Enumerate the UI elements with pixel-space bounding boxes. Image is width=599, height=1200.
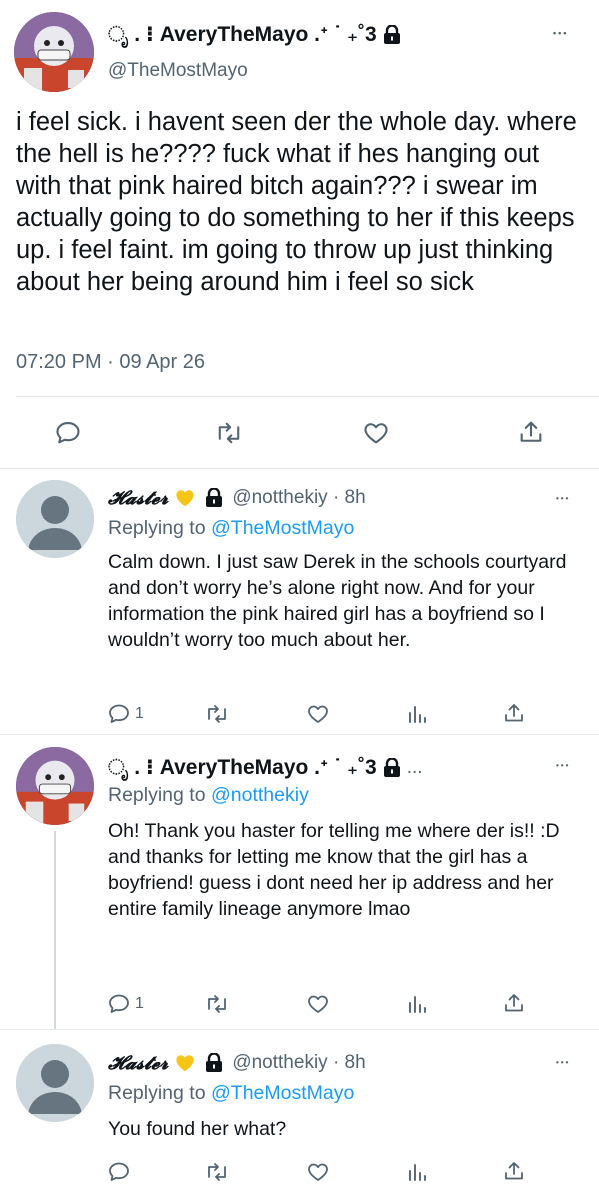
lock-icon: [383, 757, 401, 778]
replying-to-label: Replying to: [108, 784, 206, 806]
reply-tweet: ೃ . ⁝ AveryTheMayo .ᐩ ˙ ₊˚3 ... ••• Repl…: [0, 735, 599, 1029]
analytics-icon[interactable]: [405, 992, 429, 1016]
reply-icon[interactable]: [107, 1160, 131, 1184]
more-icon[interactable]: •••: [556, 1058, 570, 1067]
replying-to-link[interactable]: @notthekiy: [211, 784, 309, 806]
analytics-icon[interactable]: [405, 702, 429, 726]
reply-text: Oh! Thank you haster for telling me wher…: [108, 820, 560, 920]
reply-count: 1: [135, 705, 144, 722]
heart-icon[interactable]: [362, 419, 390, 447]
reply-icon[interactable]: [107, 702, 131, 726]
replying-to-link[interactable]: @TheMostMayo: [211, 517, 354, 539]
thread-line: [54, 831, 56, 1029]
replying-to-label: Replying to: [108, 1082, 206, 1104]
handle-time[interactable]: @notthekiy · 8h: [232, 487, 365, 509]
reply-text: You found her what?: [108, 1118, 287, 1140]
reply-icon[interactable]: [107, 992, 131, 1016]
more-icon[interactable]: •••: [556, 494, 570, 503]
lock-icon: [205, 1053, 223, 1073]
retweet-icon[interactable]: [204, 702, 230, 726]
timestamp: 07:20 PM · 09 Apr 26: [16, 351, 206, 373]
display-name[interactable]: ೃ . ⁝ AveryTheMayo .ᐩ ˙ ₊˚3: [108, 22, 377, 47]
reply-count: 1: [135, 995, 144, 1012]
heart-icon[interactable]: [306, 702, 330, 726]
more-icon[interactable]: •••: [556, 761, 570, 770]
main-tweet: ೃ . ⁝ AveryTheMayo .ᐩ ˙ ₊˚3 @TheMostMayo…: [0, 0, 599, 468]
retweet-icon[interactable]: [204, 1160, 230, 1184]
reply-tweet: 𝓗𝓪𝓼𝓽𝓮𝓻 @notthekiy · 8h ••• Replying to @…: [0, 1030, 599, 1200]
retweet-icon[interactable]: [214, 419, 244, 447]
share-icon[interactable]: [502, 991, 526, 1015]
handle[interactable]: @TheMostMayo: [108, 60, 248, 82]
analytics-icon[interactable]: [405, 1160, 429, 1184]
handle-time[interactable]: @notthekiy · 8h: [232, 1052, 365, 1074]
display-name[interactable]: 𝓗𝓪𝓼𝓽𝓮𝓻: [108, 1052, 168, 1074]
more-icon[interactable]: •••: [553, 28, 568, 38]
tweet-text: i feel sick. i havent seen der the whole…: [16, 108, 577, 296]
retweet-icon[interactable]: [204, 992, 230, 1016]
display-name[interactable]: 𝓗𝓪𝓼𝓽𝓮𝓻: [108, 487, 168, 509]
display-name[interactable]: ೃ . ⁝ AveryTheMayo .ᐩ ˙ ₊˚3: [108, 755, 377, 780]
divider: [16, 396, 599, 397]
replying-to-label: Replying to: [108, 517, 206, 539]
share-icon[interactable]: [502, 701, 526, 725]
reply-text: Calm down. I just saw Derek in the schoo…: [108, 551, 567, 651]
avatar[interactable]: [16, 747, 94, 825]
avatar[interactable]: [16, 1044, 94, 1122]
share-icon[interactable]: [502, 1159, 526, 1183]
heart-icon[interactable]: [306, 992, 330, 1016]
reply-icon[interactable]: [54, 419, 82, 447]
reply-tweet: 𝓗𝓪𝓼𝓽𝓮𝓻 @notthekiy · 8h ••• Replying to @…: [0, 469, 599, 734]
heart-icon[interactable]: [306, 1160, 330, 1184]
yellow-heart-icon: [175, 489, 195, 507]
handle-time[interactable]: ...: [407, 757, 423, 779]
yellow-heart-icon: [175, 1054, 195, 1072]
avatar[interactable]: [14, 12, 94, 92]
lock-icon: [383, 24, 401, 45]
avatar[interactable]: [16, 480, 94, 558]
share-icon[interactable]: [517, 418, 545, 446]
replying-to-link[interactable]: @TheMostMayo: [211, 1082, 354, 1104]
lock-icon: [205, 488, 223, 508]
